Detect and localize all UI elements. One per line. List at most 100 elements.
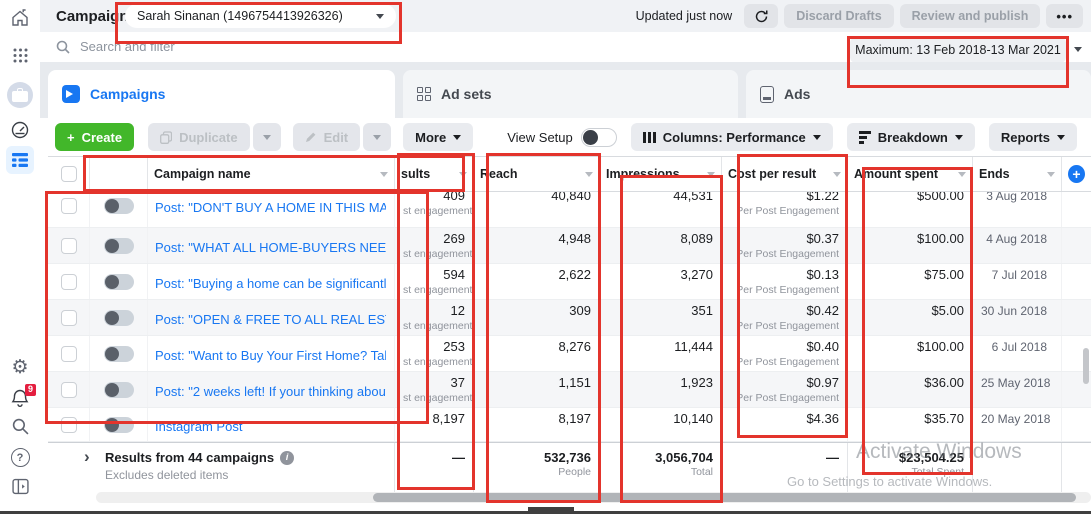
- breakdown-button[interactable]: Breakdown: [847, 123, 975, 151]
- campaign-active-toggle[interactable]: [104, 310, 134, 326]
- row-checkbox[interactable]: [61, 310, 77, 326]
- caret-down-icon: [955, 135, 963, 140]
- column-header-ends[interactable]: Ends: [973, 157, 1062, 191]
- tab-ad-sets-label: Ad sets: [441, 86, 492, 102]
- results-value: 253: [403, 339, 465, 355]
- more-button[interactable]: More: [403, 123, 473, 151]
- table-row: Post: "2 weeks left! If your thinking ab…: [48, 372, 1091, 408]
- columns-button[interactable]: Columns: Performance: [631, 123, 833, 151]
- campaign-active-toggle[interactable]: [104, 417, 134, 433]
- cost-type-label: Per Post Engagement: [730, 247, 839, 261]
- create-button[interactable]: + Create: [55, 123, 134, 151]
- columns-icon: [643, 132, 656, 143]
- amount-spent-value: $5.00: [856, 303, 964, 319]
- campaign-name-link[interactable]: Post: "Want to Buy Your First Home? Take…: [155, 348, 386, 363]
- refresh-button[interactable]: [744, 4, 778, 28]
- caret-down-icon: [1057, 135, 1065, 140]
- reach-value: 4,948: [482, 231, 591, 247]
- date-range-selector[interactable]: Maximum: 13 Feb 2018-13 Mar 2021: [850, 37, 1066, 63]
- campaigns-table-icon[interactable]: [0, 146, 40, 174]
- spent-total: $23,504.25: [856, 450, 964, 466]
- edit-button[interactable]: Edit: [293, 123, 361, 151]
- cost-per-result-value: $0.42: [730, 303, 839, 319]
- settings-gear-icon[interactable]: ⚙: [0, 358, 40, 377]
- duplicate-menu-button[interactable]: [253, 123, 281, 151]
- campaign-name-link[interactable]: Post: "OPEN & FREE TO ALL REAL ESTATE A.…: [155, 312, 386, 327]
- account-avatar[interactable]: [0, 82, 40, 108]
- campaign-name-link[interactable]: Post: "2 weeks left! If your thinking ab…: [155, 384, 386, 399]
- reports-button[interactable]: Reports: [989, 123, 1077, 151]
- results-type-label: st engagements: [403, 283, 465, 297]
- date-range-value: Maximum: 13 Feb 2018-13 Mar 2021: [855, 43, 1061, 57]
- impressions-value: 10,140: [608, 411, 713, 427]
- tab-ads[interactable]: Ads: [746, 70, 1091, 118]
- reach-total: 532,736: [482, 450, 591, 466]
- add-column-button[interactable]: +: [1062, 157, 1091, 191]
- ends-date: 4 Aug 2018: [981, 231, 1053, 247]
- select-all-checkbox[interactable]: [61, 166, 77, 182]
- caret-down-icon: [373, 135, 381, 140]
- edit-menu-button[interactable]: [363, 123, 391, 151]
- cost-per-result-value: $0.13: [730, 267, 839, 283]
- campaign-active-toggle[interactable]: [104, 198, 134, 214]
- campaign-active-toggle[interactable]: [104, 346, 134, 362]
- column-header-results[interactable]: sults: [395, 157, 474, 191]
- impressions-value: 8,089: [608, 231, 713, 247]
- results-value: 37: [403, 375, 465, 391]
- view-setup-toggle[interactable]: [581, 128, 617, 147]
- tab-campaigns[interactable]: Campaigns: [48, 70, 395, 118]
- row-checkbox[interactable]: [61, 346, 77, 362]
- caret-down-icon: [453, 135, 461, 140]
- add-column-icon: +: [1068, 165, 1085, 183]
- campaign-active-toggle[interactable]: [104, 238, 134, 254]
- search-placeholder: Search and filter: [80, 39, 175, 54]
- apps-grid-icon[interactable]: [0, 48, 40, 63]
- row-checkbox[interactable]: [61, 274, 77, 290]
- caret-down-icon[interactable]: [1074, 47, 1082, 52]
- review-publish-button[interactable]: Review and publish: [900, 4, 1041, 28]
- row-checkbox[interactable]: [61, 382, 77, 398]
- updated-status: Updated just now: [636, 9, 733, 23]
- vertical-scrollbar-thumb[interactable]: [1083, 348, 1089, 384]
- expand-chevron-icon[interactable]: ›: [84, 447, 90, 467]
- impressions-value: 11,444: [608, 339, 713, 355]
- campaign-name-link[interactable]: Post: "Buying a home can be significantl…: [155, 276, 386, 291]
- tab-ads-label: Ads: [784, 86, 810, 102]
- ads-manager-screen: ⚙ 9 ? Campaigns Sarah Sinanan (149675441…: [0, 0, 1091, 514]
- campaigns-flag-icon: [62, 85, 80, 103]
- column-header-reach[interactable]: Reach: [474, 157, 600, 191]
- campaign-name-link[interactable]: Post: "DON'T BUY A HOME IN THIS MARKET,.…: [155, 200, 386, 215]
- cost-per-result-value: $0.37: [730, 231, 839, 247]
- results-value: 409: [403, 192, 465, 204]
- duplicate-button[interactable]: Duplicate: [148, 123, 250, 151]
- help-icon[interactable]: ?: [0, 448, 40, 467]
- sidebar-search-icon[interactable]: [0, 418, 40, 435]
- horizontal-scrollbar-thumb[interactable]: [373, 493, 1076, 502]
- more-options-button[interactable]: •••: [1046, 4, 1083, 28]
- ad-account-selector[interactable]: Sarah Sinanan (1496754413926326): [125, 4, 396, 28]
- excludes-note: Excludes deleted items: [105, 468, 386, 482]
- tab-ad-sets[interactable]: Ad sets: [403, 70, 738, 118]
- table-row: Instagram Post 8,197 8,197 10,140 $4.36 …: [48, 408, 1091, 442]
- info-icon[interactable]: i: [280, 451, 294, 465]
- reach-value: 2,622: [482, 267, 591, 283]
- discard-drafts-button[interactable]: Discard Drafts: [784, 4, 893, 28]
- column-header-amount-spent[interactable]: Amount spent: [848, 157, 973, 191]
- gauge-icon[interactable]: [0, 120, 40, 140]
- row-checkbox[interactable]: [61, 198, 77, 214]
- notifications-bell-icon[interactable]: 9: [0, 388, 40, 413]
- campaign-active-toggle[interactable]: [104, 382, 134, 398]
- campaign-active-toggle[interactable]: [104, 274, 134, 290]
- expand-panel-icon[interactable]: [0, 478, 40, 495]
- horizontal-scrollbar[interactable]: [96, 492, 1091, 503]
- column-header-campaign-name[interactable]: Campaign name: [148, 157, 395, 191]
- row-checkbox[interactable]: [61, 238, 77, 254]
- column-header-cost-per-result[interactable]: Cost per result: [722, 157, 848, 191]
- reach-value: 309: [482, 303, 591, 319]
- column-header-impressions[interactable]: Impressions: [600, 157, 722, 191]
- campaign-name-link[interactable]: Post: "WHAT ALL HOME-BUYERS NEED TO K...: [155, 240, 386, 255]
- search-filter-input[interactable]: Search and filter: [56, 39, 175, 54]
- home-icon[interactable]: [0, 8, 40, 28]
- row-checkbox[interactable]: [61, 417, 77, 433]
- campaign-name-link[interactable]: Instagram Post: [155, 419, 386, 434]
